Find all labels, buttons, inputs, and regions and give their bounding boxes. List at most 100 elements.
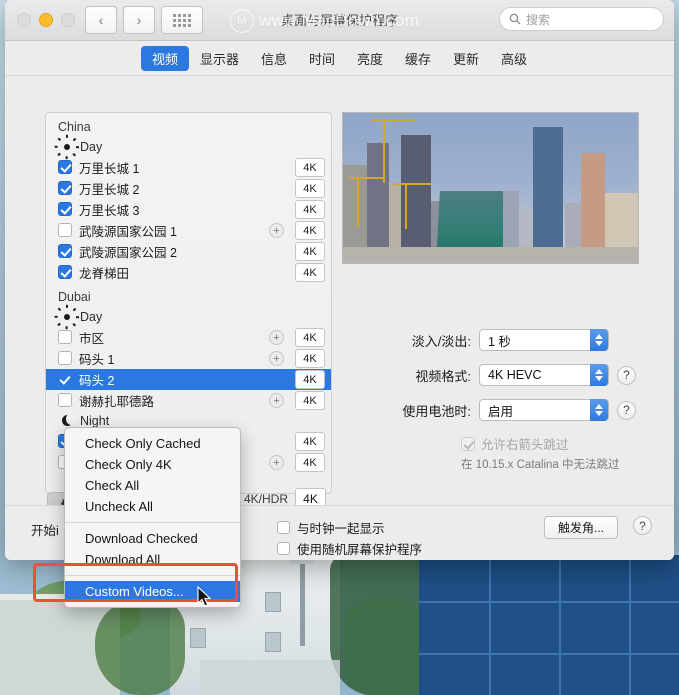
video-item-checkbox[interactable]	[58, 244, 72, 258]
video-list-item[interactable]: 武陵源国家公园 1 +4K	[46, 220, 331, 241]
search-icon	[509, 13, 521, 25]
context-menu-item[interactable]: Check Only 4K	[65, 454, 240, 475]
resolution-badge: 4K	[295, 263, 325, 282]
sun-icon	[54, 134, 80, 160]
list-section-label: Day	[80, 140, 103, 154]
tab-0[interactable]: 视频	[140, 45, 189, 71]
tab-6[interactable]: 更新	[442, 46, 490, 71]
resolution-badge: 4K	[295, 370, 325, 389]
context-menu-item[interactable]: Check All	[65, 475, 240, 496]
resolution-badge: 4K	[295, 453, 325, 472]
list-section-header: Day	[46, 134, 331, 160]
video-preview-thumbnail[interactable]	[342, 112, 639, 264]
video-item-checkbox[interactable]	[58, 351, 72, 365]
battery-label: 使用电池时:	[402, 403, 471, 419]
skip-arrow-checkbox	[461, 436, 475, 451]
window-titlebar: ‹ › 桌面与屏幕保护程序 M www.MacDown.com 搜索	[5, 0, 674, 41]
video-item-checkbox[interactable]	[58, 181, 72, 195]
mouse-cursor	[197, 586, 212, 607]
battery-value: 启用	[488, 404, 514, 419]
video-list-item[interactable]: 市区 +4K	[46, 327, 331, 348]
video-list-item[interactable]: 万里长城 1 4K	[46, 157, 331, 178]
video-item-checkbox[interactable]	[58, 393, 72, 407]
download-item-plus-icon[interactable]: +	[269, 455, 284, 470]
video-item-label: 武陵源国家公园 2	[79, 246, 177, 260]
show-with-clock-checkbox[interactable]	[277, 521, 290, 534]
download-item-plus-icon[interactable]: +	[269, 223, 284, 238]
video-list-item[interactable]: 龙脊梯田 4K	[46, 262, 331, 283]
random-screensaver-row[interactable]: 使用随机屏幕保护程序	[277, 539, 422, 558]
battery-stepper[interactable]	[590, 399, 608, 421]
sun-icon	[54, 304, 80, 330]
video-item-checkbox[interactable]	[58, 330, 72, 344]
wallpaper-path	[200, 660, 340, 695]
video-list-item[interactable]: 万里长城 3 4K	[46, 199, 331, 220]
battery-select[interactable]: 启用	[479, 399, 609, 421]
video-list-item[interactable]: 码头 1 +4K	[46, 348, 331, 369]
battery-help-button[interactable]: ?	[617, 400, 636, 420]
format-stepper[interactable]	[590, 364, 608, 386]
context-menu-item[interactable]: Check Only Cached	[65, 433, 240, 454]
skip-arrow-label: 允许右箭头跳过	[481, 438, 569, 452]
random-screensaver-checkbox[interactable]	[277, 542, 290, 555]
fade-stepper[interactable]	[590, 329, 608, 351]
fade-label: 淡入/淡出:	[411, 333, 471, 349]
wallpaper-bush-2	[95, 600, 185, 695]
video-item-checkbox[interactable]	[58, 160, 72, 174]
tab-5[interactable]: 缓存	[394, 46, 442, 71]
tab-4[interactable]: 亮度	[346, 46, 394, 71]
video-item-label: 谢赫扎耶德路	[79, 395, 155, 409]
resolution-badge: 4K	[295, 179, 325, 198]
video-item-label: 码头 1	[79, 353, 115, 367]
skip-arrow-checkbox-row: 允许右箭头跳过	[461, 434, 569, 453]
video-list-item[interactable]: 码头 2 4K	[46, 369, 331, 390]
tab-1[interactable]: 显示器	[189, 46, 250, 71]
video-list-item[interactable]: 武陵源国家公园 2 4K	[46, 241, 331, 262]
download-item-plus-icon[interactable]: +	[269, 393, 284, 408]
search-input[interactable]: 搜索	[499, 7, 664, 31]
resolution-badge: 4K	[295, 221, 325, 240]
video-list-item[interactable]: 谢赫扎耶德路 +4K	[46, 390, 331, 411]
wallpaper-lamp-post	[300, 556, 305, 646]
video-item-checkbox[interactable]	[58, 223, 72, 237]
moon-icon	[60, 413, 77, 428]
battery-setting-row: 使用电池时: 启用 ?	[385, 399, 636, 421]
format-help-button[interactable]: ?	[617, 365, 636, 385]
list-section-label: Day	[80, 310, 103, 324]
video-item-label: 龙脊梯田	[79, 267, 130, 281]
skip-hint-text: 在 10.15.x Catalina 中无法跳过	[461, 459, 620, 471]
video-item-checkbox[interactable]	[58, 372, 72, 386]
video-list-item[interactable]: 万里长城 2 4K	[46, 178, 331, 199]
resolution-badge: 4K	[295, 242, 325, 261]
video-item-label: 万里长城 1	[79, 162, 140, 176]
hot-corners-button[interactable]: 触发角...	[544, 516, 618, 539]
search-placeholder: 搜索	[526, 12, 551, 27]
download-item-plus-icon[interactable]: +	[269, 351, 284, 366]
tab-2[interactable]: 信息	[250, 46, 298, 71]
list-section-label: Night	[80, 414, 110, 428]
fade-setting-row: 淡入/淡出: 1 秒	[385, 329, 609, 351]
start-after-label: 开始i	[31, 524, 59, 538]
video-item-checkbox[interactable]	[58, 265, 72, 279]
context-menu-item[interactable]: Uncheck All	[65, 496, 240, 517]
video-item-label: 市区	[79, 332, 105, 346]
fade-value: 1 秒	[488, 334, 511, 349]
show-with-clock-label: 与时钟一起显示	[297, 522, 385, 536]
list-group-header: China	[58, 120, 91, 134]
format-select[interactable]: 4K HEVC	[479, 364, 609, 386]
format-label: 视频格式:	[415, 368, 471, 384]
format-setting-row: 视频格式: 4K HEVC ?	[385, 364, 636, 386]
context-menu-item[interactable]: Download Checked	[65, 528, 240, 549]
tab-bar: 视频 显示器 信息 时间 亮度 缓存 更新 高级	[5, 41, 674, 76]
tab-3[interactable]: 时间	[298, 46, 346, 71]
resolution-badge: 4K	[295, 200, 325, 219]
show-with-clock-row[interactable]: 与时钟一起显示	[277, 518, 385, 537]
download-item-plus-icon[interactable]: +	[269, 330, 284, 345]
bottom-help-button[interactable]: ?	[633, 516, 652, 535]
video-item-label: 万里长城 2	[79, 183, 140, 197]
fade-select[interactable]: 1 秒	[479, 329, 609, 351]
format-value: 4K HEVC	[488, 368, 542, 382]
video-item-checkbox[interactable]	[58, 202, 72, 216]
tab-7[interactable]: 高级	[490, 46, 538, 71]
resolution-badge: 4K	[295, 349, 325, 368]
